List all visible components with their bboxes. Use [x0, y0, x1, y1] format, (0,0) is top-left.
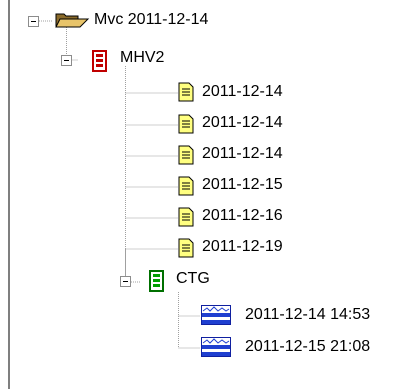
tree-leaf-label[interactable]: 2011-12-14	[202, 82, 283, 102]
ctg-collapse-toggle[interactable]	[120, 276, 131, 287]
document-icon	[178, 176, 194, 196]
tree-leaf-label[interactable]: 2011-12-19	[202, 237, 283, 257]
waveform-icon	[201, 337, 231, 357]
tree-root-label[interactable]: Mvc 2011-12-14	[94, 10, 208, 30]
document-icon	[178, 145, 194, 165]
tree-leaf-label[interactable]: 2011-12-16	[202, 206, 283, 226]
document-icon	[178, 238, 194, 258]
root-collapse-toggle[interactable]	[28, 16, 39, 27]
tree-node-ctg-label[interactable]: CTG	[176, 269, 210, 289]
tree-leaf-label[interactable]: 2011-12-14	[202, 144, 283, 164]
tree-leaf-label[interactable]: 2011-12-15	[202, 175, 283, 195]
document-icon	[178, 82, 194, 102]
mhv2-collapse-toggle[interactable]	[61, 55, 72, 66]
tree-leaf-label[interactable]: 2011-12-14	[202, 113, 283, 133]
tree-view[interactable]: Mvc 2011-12-14 MHV2 2011-12-14 2011-12-1…	[0, 0, 419, 389]
tree-node-mhv2-label[interactable]: MHV2	[120, 48, 164, 68]
tree-leaf-label[interactable]: 2011-12-14 14:53	[245, 305, 370, 325]
green-device-icon	[149, 270, 164, 292]
waveform-icon	[201, 305, 231, 325]
red-device-icon	[92, 50, 107, 72]
document-icon	[178, 114, 194, 134]
document-icon	[178, 207, 194, 227]
folder-open-icon	[55, 13, 90, 28]
tree-leaf-label[interactable]: 2011-12-15 21:08	[245, 337, 370, 357]
